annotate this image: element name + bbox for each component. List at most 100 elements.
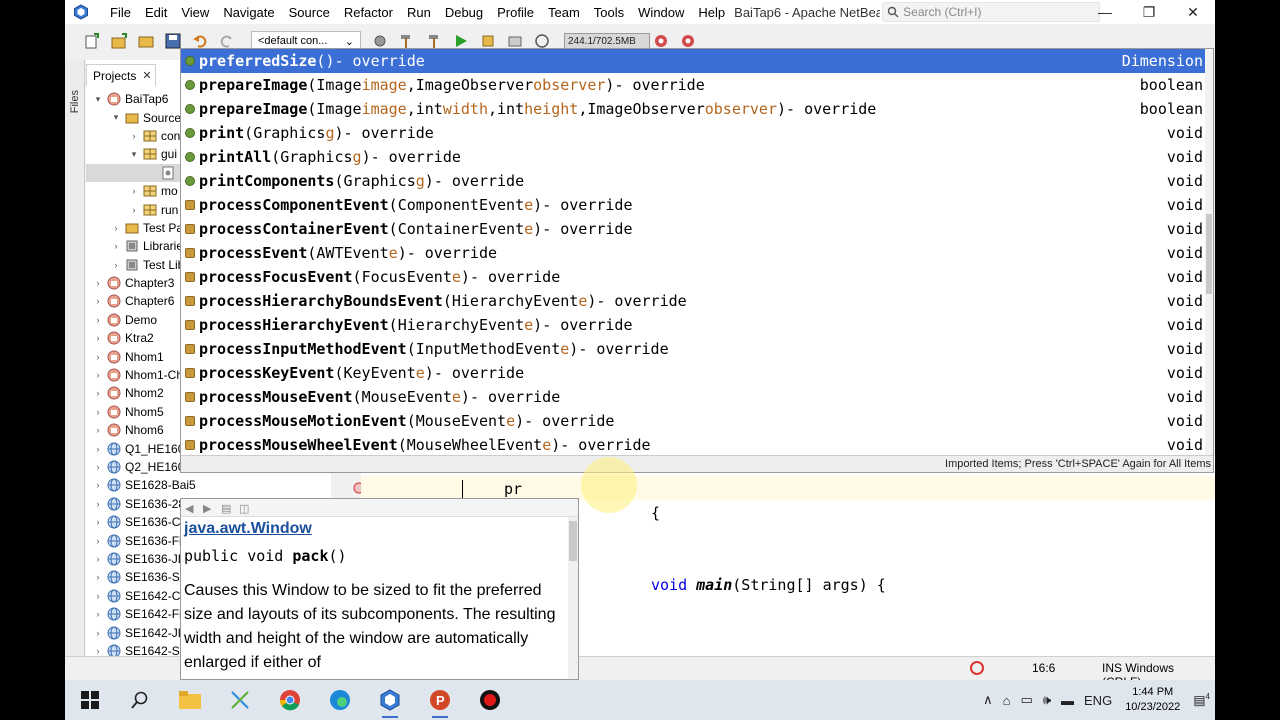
open-project-button[interactable] bbox=[135, 30, 157, 52]
minimize-button[interactable]: — bbox=[1083, 0, 1127, 24]
expand-arrow-icon[interactable]: › bbox=[92, 554, 104, 564]
javadoc-class-link[interactable]: java.awt.Window bbox=[184, 520, 578, 538]
expand-arrow-icon[interactable]: › bbox=[92, 462, 104, 472]
close-button[interactable]: ✕ bbox=[1171, 0, 1215, 24]
recorder-button[interactable] bbox=[472, 682, 508, 718]
forward-arrow-icon[interactable]: ▶ bbox=[203, 502, 215, 515]
expand-arrow-icon[interactable]: › bbox=[128, 205, 140, 215]
start-button[interactable] bbox=[72, 682, 108, 718]
clock[interactable]: 1:44 PM 10/23/2022 bbox=[1125, 685, 1180, 715]
collapse-arrow-icon[interactable]: ▾ bbox=[128, 149, 140, 160]
menu-item-run[interactable]: Run bbox=[400, 5, 438, 20]
files-tab[interactable]: Files bbox=[69, 90, 81, 113]
close-icon[interactable]: ✕ bbox=[142, 69, 151, 82]
file-explorer-button[interactable] bbox=[172, 682, 208, 718]
new-project-button[interactable] bbox=[108, 30, 130, 52]
expand-arrow-icon[interactable]: › bbox=[92, 296, 104, 306]
projects-tab[interactable]: Projects ✕ bbox=[86, 64, 156, 86]
expand-arrow-icon[interactable]: › bbox=[92, 499, 104, 509]
expand-arrow-icon[interactable]: › bbox=[92, 352, 104, 362]
expand-arrow-icon[interactable]: › bbox=[92, 646, 104, 656]
expand-arrow-icon[interactable]: › bbox=[92, 536, 104, 546]
show-hidden-icons[interactable]: ∧ bbox=[983, 692, 993, 708]
completion-item[interactable]: processFocusEvent(FocusEvent e) - overri… bbox=[181, 265, 1205, 289]
completion-item[interactable]: prepareImage(Image image, int width, int… bbox=[181, 97, 1205, 121]
completion-item[interactable]: processContainerEvent(ContainerEvent e) … bbox=[181, 217, 1205, 241]
expand-arrow-icon[interactable]: › bbox=[110, 241, 122, 251]
expand-arrow-icon[interactable]: › bbox=[110, 260, 122, 270]
expand-arrow-icon[interactable]: › bbox=[92, 591, 104, 601]
volume-icon[interactable]: 🕪 bbox=[1043, 692, 1051, 708]
memory-indicator[interactable]: 244.1/702.5MB bbox=[564, 33, 650, 49]
expand-arrow-icon[interactable]: › bbox=[92, 388, 104, 398]
completion-item[interactable]: processKeyEvent(KeyEvent e) - override vo… bbox=[181, 361, 1205, 385]
expand-arrow-icon[interactable]: › bbox=[92, 480, 104, 490]
powerpoint-button[interactable]: P bbox=[422, 682, 458, 718]
menu-item-team[interactable]: Team bbox=[541, 5, 587, 20]
expand-arrow-icon[interactable]: › bbox=[128, 131, 140, 141]
menu-item-help[interactable]: Help bbox=[691, 5, 732, 20]
expand-arrow-icon[interactable]: › bbox=[110, 223, 122, 233]
menu-item-profile[interactable]: Profile bbox=[490, 5, 541, 20]
expand-arrow-icon[interactable]: › bbox=[92, 407, 104, 417]
notification-icon[interactable] bbox=[970, 661, 984, 675]
menu-item-tools[interactable]: Tools bbox=[587, 5, 631, 20]
collapse-arrow-icon[interactable]: ▾ bbox=[92, 94, 104, 105]
completion-item[interactable]: preferredSize() - override Dimension bbox=[181, 49, 1205, 73]
expand-arrow-icon[interactable]: › bbox=[92, 370, 104, 380]
completion-item[interactable]: processInputMethodEvent(InputMethodEvent… bbox=[181, 337, 1205, 361]
scrollbar-thumb[interactable] bbox=[569, 521, 577, 561]
expand-arrow-icon[interactable]: › bbox=[92, 609, 104, 619]
menu-item-view[interactable]: View bbox=[174, 5, 216, 20]
expand-arrow-icon[interactable]: › bbox=[92, 333, 104, 343]
completion-item[interactable]: processHierarchyEvent(HierarchyEvent e) … bbox=[181, 313, 1205, 337]
snipping-tool-button[interactable] bbox=[222, 682, 258, 718]
menu-item-refactor[interactable]: Refactor bbox=[337, 5, 400, 20]
expand-arrow-icon[interactable]: › bbox=[92, 572, 104, 582]
chrome-button[interactable] bbox=[272, 682, 308, 718]
browser-icon[interactable]: ◫ bbox=[239, 502, 251, 515]
tree-item[interactable]: › SE1628-Bai5 bbox=[86, 476, 331, 494]
completion-scrollbar[interactable] bbox=[1205, 49, 1213, 457]
completion-item[interactable]: printAll(Graphics g) - override void bbox=[181, 145, 1205, 169]
netbeans-taskbar-button[interactable] bbox=[372, 682, 408, 718]
completion-item[interactable]: processMouseEvent(MouseEvent e) - overri… bbox=[181, 385, 1205, 409]
new-file-button[interactable] bbox=[81, 30, 103, 52]
menu-item-window[interactable]: Window bbox=[631, 5, 691, 20]
completion-item[interactable]: print(Graphics g) - override void bbox=[181, 121, 1205, 145]
expand-arrow-icon[interactable]: › bbox=[92, 425, 104, 435]
expand-arrow-icon[interactable]: › bbox=[92, 628, 104, 638]
expand-arrow-icon[interactable]: › bbox=[92, 278, 104, 288]
menu-item-edit[interactable]: Edit bbox=[138, 5, 174, 20]
expand-arrow-icon[interactable]: › bbox=[92, 315, 104, 325]
completion-item[interactable]: prepareImage(Image image, ImageObserver … bbox=[181, 73, 1205, 97]
expand-arrow-icon[interactable]: › bbox=[92, 444, 104, 454]
scrollbar-thumb[interactable] bbox=[1206, 214, 1212, 294]
search-taskbar-button[interactable] bbox=[122, 682, 158, 718]
language-indicator[interactable]: ENG bbox=[1084, 693, 1112, 708]
completion-item[interactable]: processEvent(AWTEvent e) - override void bbox=[181, 241, 1205, 265]
open-source-icon[interactable]: ▤ bbox=[221, 502, 233, 515]
completion-item[interactable]: printComponents(Graphics g) - override vo… bbox=[181, 169, 1205, 193]
back-arrow-icon[interactable]: ◀ bbox=[185, 502, 197, 515]
collapse-arrow-icon[interactable]: ▾ bbox=[110, 112, 122, 123]
completion-item[interactable]: processMouseMotionEvent(MouseEvent e) - … bbox=[181, 409, 1205, 433]
maximize-button[interactable]: ❐ bbox=[1127, 0, 1171, 24]
completion-item[interactable]: processMouseWheelEvent(MouseWheelEvent e… bbox=[181, 433, 1205, 457]
display-icon[interactable]: ▭ bbox=[1021, 692, 1033, 708]
completion-item[interactable]: processHierarchyBoundsEvent(HierarchyEve… bbox=[181, 289, 1205, 313]
notifications-icon[interactable]: ▤4 bbox=[1193, 692, 1210, 708]
javadoc-scrollbar[interactable] bbox=[568, 517, 578, 679]
edge-button[interactable] bbox=[322, 682, 358, 718]
menu-item-file[interactable]: File bbox=[103, 5, 138, 20]
menu-item-debug[interactable]: Debug bbox=[438, 5, 490, 20]
expand-arrow-icon[interactable]: › bbox=[92, 517, 104, 527]
search-box[interactable]: Search (Ctrl+I) bbox=[882, 2, 1101, 22]
project-icon bbox=[107, 368, 121, 382]
battery-icon[interactable]: ▬ bbox=[1061, 693, 1074, 708]
completion-item[interactable]: processComponentEvent(ComponentEvent e) … bbox=[181, 193, 1205, 217]
network-icon[interactable]: ⌂ bbox=[1003, 693, 1011, 708]
expand-arrow-icon[interactable]: › bbox=[128, 186, 140, 196]
menu-item-source[interactable]: Source bbox=[282, 5, 337, 20]
menu-item-navigate[interactable]: Navigate bbox=[216, 5, 281, 20]
